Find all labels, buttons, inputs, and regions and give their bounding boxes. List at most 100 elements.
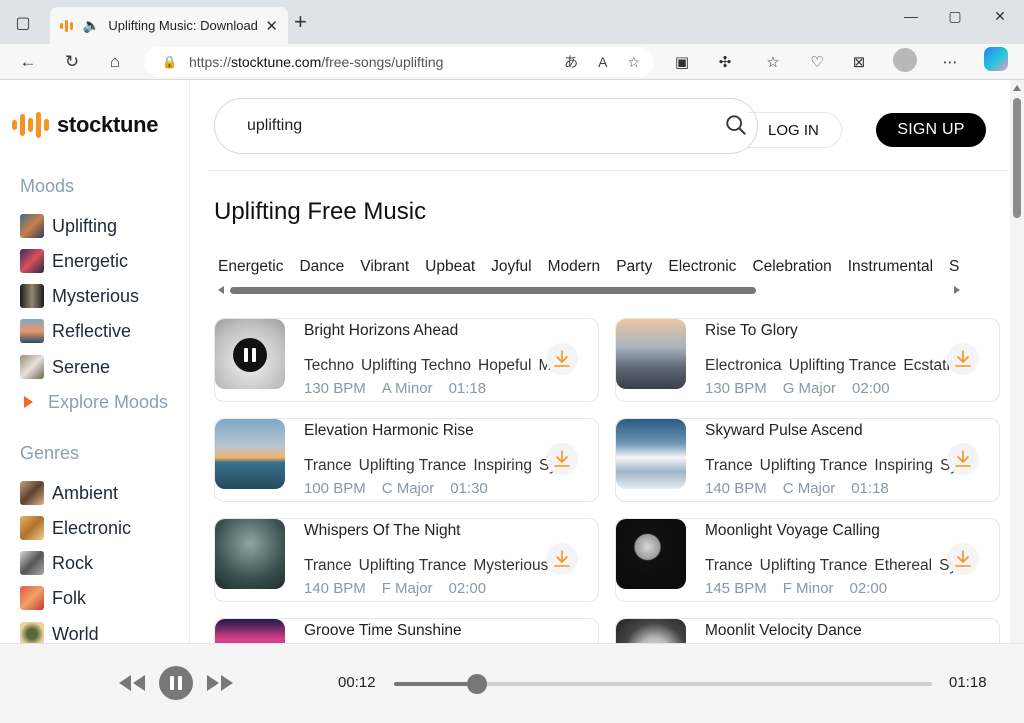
chip-scrollbar[interactable] bbox=[218, 284, 960, 296]
track-artwork[interactable] bbox=[215, 619, 285, 643]
search-icon[interactable] bbox=[725, 114, 747, 136]
sidebar-item-rock[interactable]: Rock bbox=[20, 550, 93, 576]
chip[interactable]: Celebration bbox=[752, 258, 831, 276]
sidebar-item-folk[interactable]: Folk bbox=[20, 585, 86, 611]
track-tag[interactable]: Techno bbox=[304, 357, 354, 374]
track-title[interactable]: Moonlit Velocity Dance bbox=[705, 622, 862, 640]
extensions-icon[interactable]: ✣ bbox=[714, 52, 736, 74]
track-tag[interactable]: Inspiring bbox=[473, 457, 532, 474]
sidebar-item-energetic[interactable]: Energetic bbox=[20, 248, 128, 274]
track-card[interactable]: Bright Horizons Ahead Techno Uplifting Te… bbox=[214, 318, 599, 402]
download-button[interactable] bbox=[546, 443, 578, 475]
sidebar-item-ambient[interactable]: Ambient bbox=[20, 480, 118, 506]
track-artwork[interactable] bbox=[616, 319, 686, 389]
favorites-list-icon[interactable]: ☆ bbox=[762, 52, 784, 74]
track-tag[interactable]: Uplifting Trance bbox=[359, 557, 467, 574]
maximize-icon[interactable]: ▢ bbox=[940, 8, 970, 28]
chip[interactable]: Modern bbox=[548, 258, 601, 276]
chip[interactable]: Energetic bbox=[218, 258, 283, 276]
track-tag[interactable]: Mysterious bbox=[473, 557, 548, 574]
pause-icon[interactable] bbox=[233, 338, 267, 372]
more-options-icon[interactable]: ⋯ bbox=[939, 52, 961, 74]
track-tag[interactable]: Uplifting Techno bbox=[361, 357, 471, 374]
track-artwork[interactable] bbox=[215, 519, 285, 589]
reader-font-icon[interactable]: A bbox=[598, 54, 607, 70]
track-card[interactable]: Moonlight Voyage Calling Trance Uplifting… bbox=[615, 518, 1000, 602]
track-card[interactable]: Groove Time Sunshine bbox=[214, 618, 599, 643]
close-window-icon[interactable]: ✕ bbox=[985, 8, 1015, 28]
chip[interactable]: Upbeat bbox=[425, 258, 475, 276]
signup-button[interactable]: SIGN UP bbox=[876, 113, 986, 147]
page-scrollbar[interactable] bbox=[1010, 80, 1024, 643]
chip[interactable]: Dance bbox=[299, 258, 344, 276]
minimize-icon[interactable]: — bbox=[896, 8, 926, 28]
track-artwork[interactable] bbox=[215, 419, 285, 489]
lock-icon[interactable]: 🔒 bbox=[162, 55, 177, 69]
scroll-up-icon[interactable] bbox=[1013, 85, 1021, 91]
track-tag[interactable]: Trance bbox=[304, 457, 352, 474]
track-title[interactable]: Bright Horizons Ahead bbox=[304, 322, 458, 340]
download-button[interactable] bbox=[947, 443, 979, 475]
player-pause-button[interactable] bbox=[159, 666, 193, 700]
track-title[interactable]: Moonlight Voyage Calling bbox=[705, 522, 880, 540]
track-tag[interactable]: Hopeful bbox=[478, 357, 531, 374]
track-artwork[interactable] bbox=[616, 519, 686, 589]
track-card[interactable]: Skyward Pulse Ascend Trance Uplifting Tra… bbox=[615, 418, 1000, 502]
track-tag[interactable]: Uplifting Trance bbox=[760, 457, 868, 474]
track-card[interactable]: Whispers Of The Night Trance Uplifting Tr… bbox=[214, 518, 599, 602]
track-tag[interactable]: Trance bbox=[705, 557, 753, 574]
new-tab-icon[interactable]: + bbox=[294, 11, 307, 33]
track-artwork[interactable] bbox=[616, 619, 686, 643]
read-aloud-icon[interactable]: あ bbox=[564, 52, 578, 72]
browser-essentials-icon[interactable]: ♡ bbox=[806, 52, 828, 74]
home-icon[interactable]: ⌂ bbox=[103, 50, 127, 74]
chip[interactable]: Party bbox=[616, 258, 652, 276]
browser-tab[interactable]: 🔈 Uplifting Music: Download Free ✕ bbox=[50, 7, 288, 44]
scroll-right-icon[interactable] bbox=[954, 286, 960, 294]
track-artwork[interactable] bbox=[616, 419, 686, 489]
track-tag[interactable]: Trance bbox=[705, 457, 753, 474]
track-tag[interactable]: Uplifting Trance bbox=[359, 457, 467, 474]
favorite-star-icon[interactable]: ☆ bbox=[627, 54, 640, 71]
track-card[interactable]: Elevation Harmonic Rise Trance Uplifting … bbox=[214, 418, 599, 502]
sidebar-item-serene[interactable]: Serene bbox=[20, 354, 110, 380]
page-scrollbar-thumb[interactable] bbox=[1013, 98, 1021, 218]
profile-avatar[interactable] bbox=[893, 48, 917, 72]
rewind-icon[interactable] bbox=[118, 674, 146, 692]
sidebar-item-reflective[interactable]: Reflective bbox=[20, 318, 131, 344]
copilot-icon[interactable] bbox=[984, 47, 1008, 71]
speaker-icon[interactable]: 🔈 bbox=[83, 17, 100, 34]
track-tag[interactable]: Trance bbox=[304, 557, 352, 574]
chip[interactable]: Electronic bbox=[668, 258, 736, 276]
login-button[interactable]: LOG IN bbox=[748, 112, 842, 148]
sidebar-item-mysterious[interactable]: Mysterious bbox=[20, 283, 139, 309]
stocktune-logo[interactable]: stocktune bbox=[12, 112, 159, 138]
track-title[interactable]: Whispers Of The Night bbox=[304, 522, 461, 540]
download-button[interactable] bbox=[947, 343, 979, 375]
track-title[interactable]: Groove Time Sunshine bbox=[304, 622, 462, 640]
scroll-left-icon[interactable] bbox=[218, 286, 224, 294]
track-tag[interactable]: Uplifting Trance bbox=[789, 357, 897, 374]
tab-actions-icon[interactable]: ▢ bbox=[8, 10, 38, 36]
track-tag[interactable]: Inspiring bbox=[874, 457, 933, 474]
chip-scrollbar-thumb[interactable] bbox=[230, 287, 756, 294]
track-tag[interactable]: Uplifting Trance bbox=[760, 557, 868, 574]
track-card[interactable]: Rise To Glory Electronica Uplifting Tranc… bbox=[615, 318, 1000, 402]
search-input[interactable]: uplifting bbox=[214, 98, 758, 154]
collections-icon[interactable]: ▣ bbox=[671, 52, 693, 74]
download-button[interactable] bbox=[546, 543, 578, 575]
sidebar-item-uplifting[interactable]: Uplifting bbox=[20, 213, 117, 239]
chip[interactable]: Vibrant bbox=[360, 258, 409, 276]
close-tab-icon[interactable]: ✕ bbox=[265, 17, 278, 35]
track-title[interactable]: Skyward Pulse Ascend bbox=[705, 422, 863, 440]
sidebar-item-electronic[interactable]: Electronic bbox=[20, 515, 131, 541]
track-card[interactable]: Moonlit Velocity Dance bbox=[615, 618, 1000, 643]
progress-slider[interactable] bbox=[394, 674, 932, 694]
chip[interactable]: S bbox=[949, 258, 959, 276]
screenshot-icon[interactable]: ⊠ bbox=[848, 52, 870, 74]
progress-knob[interactable] bbox=[467, 674, 488, 694]
refresh-icon[interactable]: ↻ bbox=[60, 50, 84, 74]
url-field[interactable]: 🔒 https://stocktune.com/free-songs/uplif… bbox=[144, 47, 654, 77]
track-tag[interactable]: Ethereal bbox=[874, 557, 932, 574]
fast-forward-icon[interactable] bbox=[206, 674, 234, 692]
